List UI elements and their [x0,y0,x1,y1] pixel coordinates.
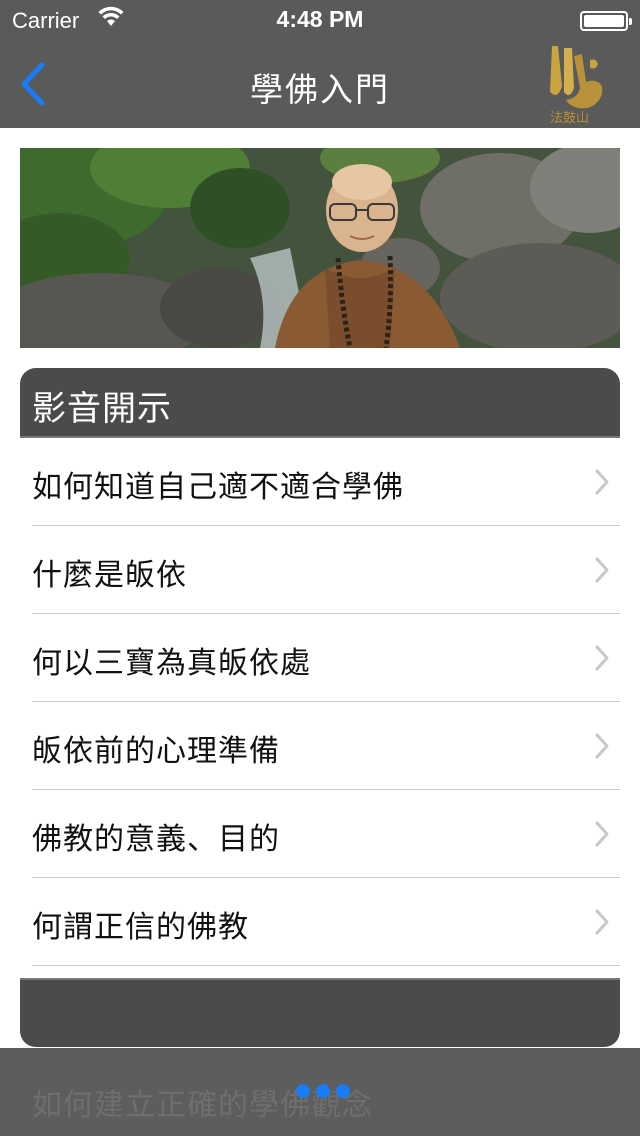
list-item[interactable]: 何謂正信的佛教 [20,878,620,966]
section-title: 影音開示 [32,389,172,429]
chevron-right-icon [595,469,609,495]
page-dot [336,1084,350,1098]
status-bar: Carrier 4:48 PM [0,0,640,40]
list-item-label: 何謂正信的佛教 [32,910,249,945]
list-item[interactable]: 何以三寶為真皈依處 [20,614,620,702]
list-item-label: 如何知道自己適不適合學佛 [32,470,404,505]
divider [32,965,620,966]
list-item[interactable]: 佛教的意義、目的 [20,790,620,878]
chevron-right-icon [595,821,609,847]
page-dot [296,1084,310,1098]
logo: 法鼓山 [544,42,610,126]
list-item[interactable]: 什麼是皈依 [20,526,620,614]
list-item-label: 佛教的意義、目的 [32,822,280,857]
section-footer [20,978,620,1047]
list-item-label: 皈依前的心理準備 [32,734,280,769]
section-header: 影音開示 [20,368,620,438]
topic-list: 如何知道自己適不適合學佛 什麼是皈依 何以三寶為真皈依處 皈依前的心理準備 佛教… [20,438,620,978]
chevron-right-icon [595,557,609,583]
logo-text: 法鼓山 [550,111,589,126]
list-item-label: 什麼是皈依 [32,558,187,593]
chevron-right-icon [595,909,609,935]
clock: 4:48 PM [276,6,364,32]
list-item[interactable]: 如何知道自己適不適合學佛 [20,438,620,526]
chevron-right-icon [595,645,609,671]
navigation-bar: 學佛入門 法鼓山 [0,40,640,128]
battery-icon [580,11,632,31]
list-item[interactable]: 皈依前的心理準備 [20,702,620,790]
page-dot [316,1084,330,1098]
page-indicator[interactable] [296,1084,350,1098]
chevron-right-icon [595,733,609,759]
banner-image [20,148,620,348]
video-talks-panel: 影音開示 如何知道自己適不適合學佛 什麼是皈依 何以三寶為真皈依處 皈依前的心理… [20,368,620,1047]
list-item-label: 何以三寶為真皈依處 [32,646,311,681]
bottom-bar: 如何建立正確的學佛觀念 [0,1048,640,1136]
